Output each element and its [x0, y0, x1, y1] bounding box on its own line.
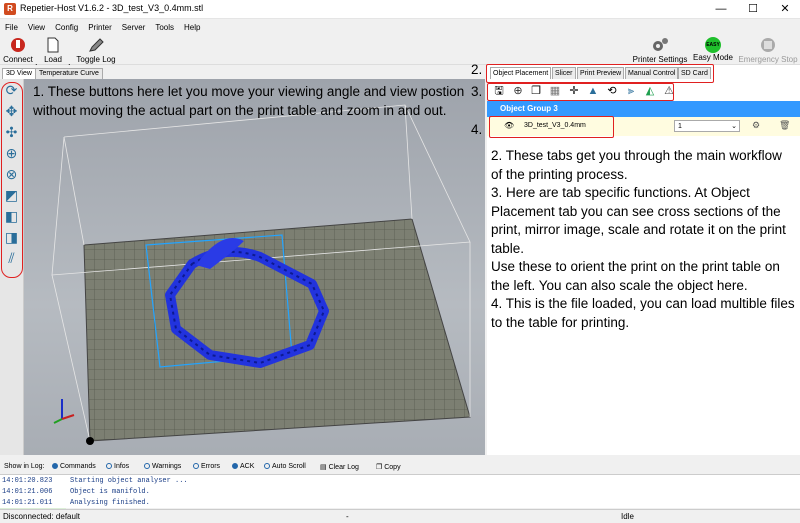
- annotation-number-2: 2.: [471, 62, 483, 77]
- warnings-toggle[interactable]: Warnings: [144, 463, 181, 470]
- toolbar-dot: .: [68, 57, 71, 67]
- log-time: 14:01:21.011: [2, 499, 53, 507]
- maximize-button[interactable]: ☐: [738, 2, 768, 17]
- ack-toggle[interactable]: ACK: [232, 463, 254, 470]
- auto-scroll-label: Auto Scroll: [272, 463, 306, 470]
- stop-icon: [761, 38, 775, 52]
- print-bed-scene: [51, 104, 471, 445]
- clear-log-label: Clear Log: [328, 464, 359, 471]
- commands-label: Commands: [60, 463, 96, 470]
- log-message: Object is manifold.: [70, 488, 150, 496]
- printer-settings-button[interactable]: Printer Settings: [632, 35, 688, 64]
- annotation-explanation-block: 2. These tabs get you through the main w…: [491, 147, 796, 332]
- connection-status: Disconnected: default: [3, 512, 80, 521]
- annotation-highlight-tab-functions: [487, 83, 674, 101]
- close-button[interactable]: ✕: [770, 2, 800, 17]
- radio-icon: [106, 463, 112, 469]
- chevron-down-icon: ⌄: [731, 123, 737, 130]
- annotation-file-text: 4. This is the file loaded, you can load…: [491, 296, 795, 330]
- annotation-number-3: 3.: [471, 84, 483, 99]
- infos-label: Infos: [114, 463, 130, 470]
- menu-view[interactable]: View: [23, 21, 50, 35]
- document-icon: [47, 37, 59, 53]
- menu-tools[interactable]: Tools: [150, 21, 179, 35]
- auto-scroll-toggle[interactable]: Auto Scroll: [264, 463, 306, 470]
- radio-icon: [52, 463, 58, 469]
- print-bed: [83, 218, 471, 442]
- menu-config[interactable]: Config: [50, 21, 83, 35]
- emergency-stop-button[interactable]: Emergency Stop: [737, 35, 799, 64]
- gears-icon: [653, 38, 668, 51]
- annotation-number-4: 4.: [471, 122, 483, 137]
- axis-gizmo: [53, 399, 94, 445]
- log-panel[interactable]: 14:01:20.823 Starting object analyser ..…: [0, 474, 800, 509]
- clear-log-button[interactable]: ▤ Clear Log: [320, 463, 359, 471]
- load-label: Load: [44, 55, 62, 64]
- menu-server[interactable]: Server: [117, 21, 151, 35]
- title-bar: R Repetier-Host V1.6.2 - 3D_test_V3_0.4m…: [0, 0, 800, 19]
- emergency-stop-label: Emergency Stop: [738, 55, 798, 64]
- minimize-button[interactable]: —: [706, 2, 736, 17]
- connect-label: Connect: [3, 55, 33, 64]
- annotation-highlight-tabs: [486, 64, 714, 83]
- window-title: Repetier-Host V1.6.2 - 3D_test_V3_0.4mm.…: [20, 3, 204, 13]
- commands-toggle[interactable]: Commands: [52, 463, 96, 470]
- power-plug-icon: [11, 38, 25, 52]
- copy-button[interactable]: ❐ Copy: [376, 463, 401, 471]
- menu-help[interactable]: Help: [179, 21, 205, 35]
- errors-toggle[interactable]: Errors: [193, 463, 220, 470]
- log-options-bar: Show in Log: Commands Infos Warnings Err…: [0, 460, 800, 474]
- show-in-log-label: Show in Log:: [4, 463, 45, 470]
- menu-file[interactable]: File: [0, 21, 23, 35]
- infos-toggle[interactable]: Infos: [106, 463, 129, 470]
- annotation-functions-text: 3. Here are tab specific functions. At O…: [491, 185, 786, 256]
- ack-label: ACK: [240, 463, 255, 470]
- easy-mode-button[interactable]: EASY Easy Mode: [692, 35, 734, 62]
- easy-mode-label: Easy Mode: [692, 53, 734, 62]
- annotation-highlight-loaded-file: [489, 116, 614, 138]
- printer-state: Idle: [621, 512, 634, 521]
- annotation-highlight-view-tools: [1, 82, 23, 278]
- errors-label: Errors: [201, 463, 221, 470]
- connect-button[interactable]: Connect: [2, 35, 34, 64]
- log-time: 14:01:21.006: [2, 488, 53, 496]
- log-row: 14:01:20.823 Starting object analyser ..…: [0, 476, 800, 487]
- status-separator: -: [346, 512, 349, 521]
- toggle-log-label: Toggle Log: [76, 55, 116, 64]
- radio-icon: [264, 463, 270, 469]
- log-message: Analysing finished.: [70, 499, 150, 507]
- radio-icon: [144, 463, 150, 469]
- annotation-tabs-text: 2. These tabs get you through the main w…: [491, 148, 782, 182]
- view-tabs: 3D View Temperature Curve: [0, 67, 485, 79]
- load-button[interactable]: Load: [40, 35, 66, 64]
- toolbar: Connect Load Toggle Log . . Printer Sett…: [0, 35, 800, 67]
- copies-select[interactable]: 1 ⌄: [674, 120, 740, 132]
- radio-icon: [232, 463, 238, 469]
- tab-3d-view[interactable]: 3D View: [2, 68, 36, 79]
- log-message: Starting object analyser ...: [70, 477, 188, 485]
- log-row: 14:01:21.011 Analysing finished.: [0, 498, 800, 509]
- tab-temperature-curve[interactable]: Temperature Curve: [35, 68, 103, 79]
- menu-printer[interactable]: Printer: [83, 21, 117, 35]
- annotation-view-tools: 1. These buttons here let you move your …: [33, 84, 465, 118]
- warnings-label: Warnings: [152, 463, 182, 470]
- log-row: 14:01:21.006 Object is manifold.: [0, 487, 800, 498]
- status-bar: Disconnected: default - Idle: [0, 509, 800, 523]
- copy-label: Copy: [384, 464, 401, 471]
- printer-settings-label: Printer Settings: [632, 55, 688, 64]
- easy-mode-icon: EASY: [705, 37, 721, 53]
- app-icon: R: [4, 3, 16, 15]
- pencil-icon: [89, 38, 104, 52]
- object-group-header[interactable]: Object Group 3: [487, 101, 800, 117]
- toolbar-dot: .: [35, 57, 38, 67]
- 3d-viewport[interactable]: 1. These buttons here let you move your …: [24, 79, 485, 455]
- annotation-orient-text: Use these to orient the print on the pri…: [491, 259, 780, 293]
- radio-icon: [193, 463, 199, 469]
- trash-icon[interactable]: 🗑: [779, 120, 790, 131]
- settings-gear-icon[interactable]: ⚙: [752, 120, 760, 131]
- menu-bar: File View Config Printer Server Tools Help: [0, 21, 800, 35]
- copies-value: 1: [678, 123, 682, 130]
- toggle-log-button[interactable]: Toggle Log: [74, 35, 118, 64]
- log-time: 14:01:20.823: [2, 477, 53, 485]
